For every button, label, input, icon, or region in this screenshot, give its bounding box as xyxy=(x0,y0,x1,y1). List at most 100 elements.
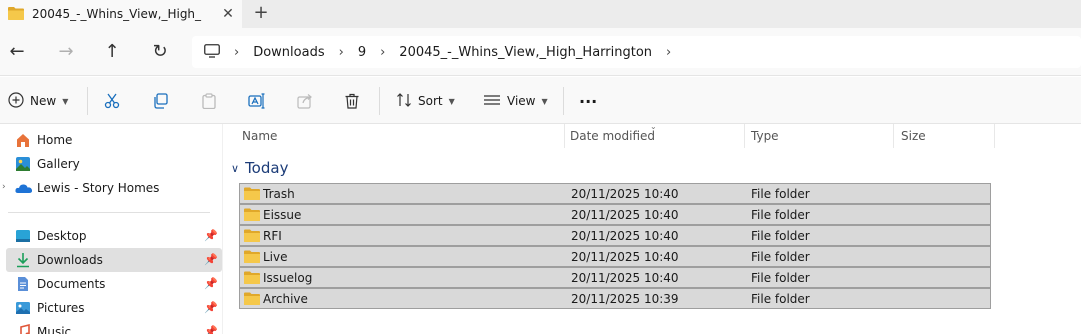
column-header-name[interactable]: Name xyxy=(242,124,277,148)
file-name: RFI xyxy=(263,229,282,243)
delete-button[interactable] xyxy=(344,89,360,113)
close-icon[interactable]: ✕ xyxy=(219,5,237,23)
pin-icon[interactable]: 📌 xyxy=(204,301,218,314)
rename-button[interactable] xyxy=(248,89,266,113)
new-button[interactable]: New ▼ xyxy=(8,89,68,113)
new-label: New xyxy=(30,94,57,108)
sidebar-item-label: Home xyxy=(37,133,73,147)
view-list-icon xyxy=(483,92,501,111)
file-name: Trash xyxy=(263,187,295,201)
column-divider[interactable] xyxy=(893,124,894,148)
refresh-button[interactable]: ↻ xyxy=(146,38,174,66)
tab-current-folder[interactable]: 20045_-_Whins_View,_High_H ✕ xyxy=(0,0,242,28)
column-header-date-modified[interactable]: Date modified xyxy=(570,124,655,148)
table-row[interactable]: Live 20/11/2025 10:40 File folder xyxy=(239,246,991,267)
paste-button[interactable] xyxy=(201,89,217,113)
up-button[interactable]: ↑ xyxy=(98,38,126,66)
table-row[interactable]: Archive 20/11/2025 10:39 File folder xyxy=(239,288,991,309)
sidebar-item-documents[interactable]: Documents 📌 xyxy=(0,272,222,296)
file-name: Issuelog xyxy=(263,271,313,285)
chevron-down-icon: ▼ xyxy=(448,96,455,106)
sidebar-item-gallery[interactable]: Gallery xyxy=(0,152,222,176)
sort-indicator-icon: ⌄ xyxy=(650,122,657,131)
folder-icon xyxy=(244,271,260,287)
address-bar[interactable]: › Downloads › 9 › 20045_-_Whins_View,_Hi… xyxy=(192,36,1081,68)
sidebar-item-downloads[interactable]: Downloads 📌 xyxy=(6,248,222,272)
forward-button[interactable]: → xyxy=(52,38,80,66)
new-tab-button[interactable]: + xyxy=(250,3,272,25)
sidebar-item-desktop[interactable]: Desktop 📌 xyxy=(0,224,222,248)
navigation-pane: Home Gallery › Lewis - Story Homes Deskt… xyxy=(0,124,222,334)
pin-icon[interactable]: 📌 xyxy=(204,277,218,290)
breadcrumb-separator: › xyxy=(338,44,344,60)
file-name: Eissue xyxy=(263,208,302,222)
file-type: File folder xyxy=(751,187,810,201)
tab-strip: 20045_-_Whins_View,_High_H ✕ + xyxy=(0,0,1081,28)
sidebar-item-label: Pictures xyxy=(37,301,85,315)
file-type: File folder xyxy=(751,250,810,264)
column-divider[interactable] xyxy=(994,124,995,148)
folder-icon xyxy=(8,6,24,23)
folder-icon xyxy=(244,229,260,245)
file-type: File folder xyxy=(751,208,810,222)
command-bar: New ▼ Sort ▼ View ▼ ··· xyxy=(0,77,1081,124)
copy-icon xyxy=(154,93,168,109)
table-row[interactable]: Trash 20/11/2025 10:40 File folder xyxy=(239,183,991,204)
chevron-down-icon: ∨ xyxy=(231,161,240,175)
share-icon xyxy=(297,94,312,109)
music-icon xyxy=(15,323,31,334)
file-date: 20/11/2025 10:40 xyxy=(571,271,679,285)
column-divider[interactable] xyxy=(744,124,745,148)
divider xyxy=(87,87,88,115)
group-header-today[interactable]: ∨ Today xyxy=(231,159,288,177)
gallery-icon xyxy=(15,156,31,172)
column-header-type[interactable]: Type xyxy=(751,124,779,148)
sort-label: Sort xyxy=(418,94,443,108)
chevron-right-icon[interactable]: › xyxy=(2,182,6,192)
pin-icon[interactable]: 📌 xyxy=(204,325,218,334)
table-row[interactable]: RFI 20/11/2025 10:40 File folder xyxy=(239,225,991,246)
view-label: View xyxy=(507,94,536,108)
tab-title: 20045_-_Whins_View,_High_H xyxy=(32,7,202,21)
sidebar-item-onedrive[interactable]: › Lewis - Story Homes xyxy=(0,176,222,200)
group-label: Today xyxy=(245,159,289,177)
copy-button[interactable] xyxy=(152,89,168,113)
column-divider[interactable] xyxy=(564,124,565,148)
chevron-down-icon: ▼ xyxy=(541,96,548,106)
back-button[interactable]: ← xyxy=(3,38,31,66)
sidebar-item-music[interactable]: Music 📌 xyxy=(0,320,222,334)
share-button[interactable] xyxy=(297,89,313,113)
sidebar-divider xyxy=(8,212,210,213)
file-type: File folder xyxy=(751,271,810,285)
divider xyxy=(379,87,380,115)
breadcrumb-current-folder[interactable]: 20045_-_Whins_View,_High_Harrington xyxy=(399,45,652,60)
view-button[interactable]: View ▼ xyxy=(483,89,548,113)
sidebar-item-label: Downloads xyxy=(37,253,103,267)
pin-icon[interactable]: 📌 xyxy=(204,253,218,266)
more-options-button[interactable]: ··· xyxy=(579,89,597,113)
breadcrumb-separator[interactable]: › xyxy=(666,45,671,60)
pin-icon[interactable]: 📌 xyxy=(204,229,218,242)
this-pc-icon[interactable] xyxy=(204,43,220,61)
breadcrumb-separator: › xyxy=(380,44,386,60)
breadcrumb-downloads[interactable]: Downloads xyxy=(253,45,324,60)
file-date: 20/11/2025 10:39 xyxy=(571,292,679,306)
paste-icon xyxy=(202,93,216,109)
table-row[interactable]: Eissue 20/11/2025 10:40 File folder xyxy=(239,204,991,225)
column-header-size[interactable]: Size xyxy=(901,124,926,148)
breadcrumb-9[interactable]: 9 xyxy=(358,45,366,60)
pictures-icon xyxy=(15,300,31,316)
table-row[interactable]: Issuelog 20/11/2025 10:40 File folder xyxy=(239,267,991,288)
download-icon xyxy=(15,252,31,268)
sidebar-item-home[interactable]: Home xyxy=(0,128,222,152)
sort-button[interactable]: Sort ▼ xyxy=(396,89,455,113)
onedrive-icon xyxy=(15,180,33,196)
cut-button[interactable] xyxy=(104,89,120,113)
file-date: 20/11/2025 10:40 xyxy=(571,250,679,264)
folder-icon xyxy=(244,250,260,266)
sidebar-item-label: Music xyxy=(37,325,72,334)
plus-circle-icon xyxy=(8,91,24,111)
folder-icon xyxy=(244,292,260,308)
sidebar-item-pictures[interactable]: Pictures 📌 xyxy=(0,296,222,320)
file-name: Live xyxy=(263,250,288,264)
